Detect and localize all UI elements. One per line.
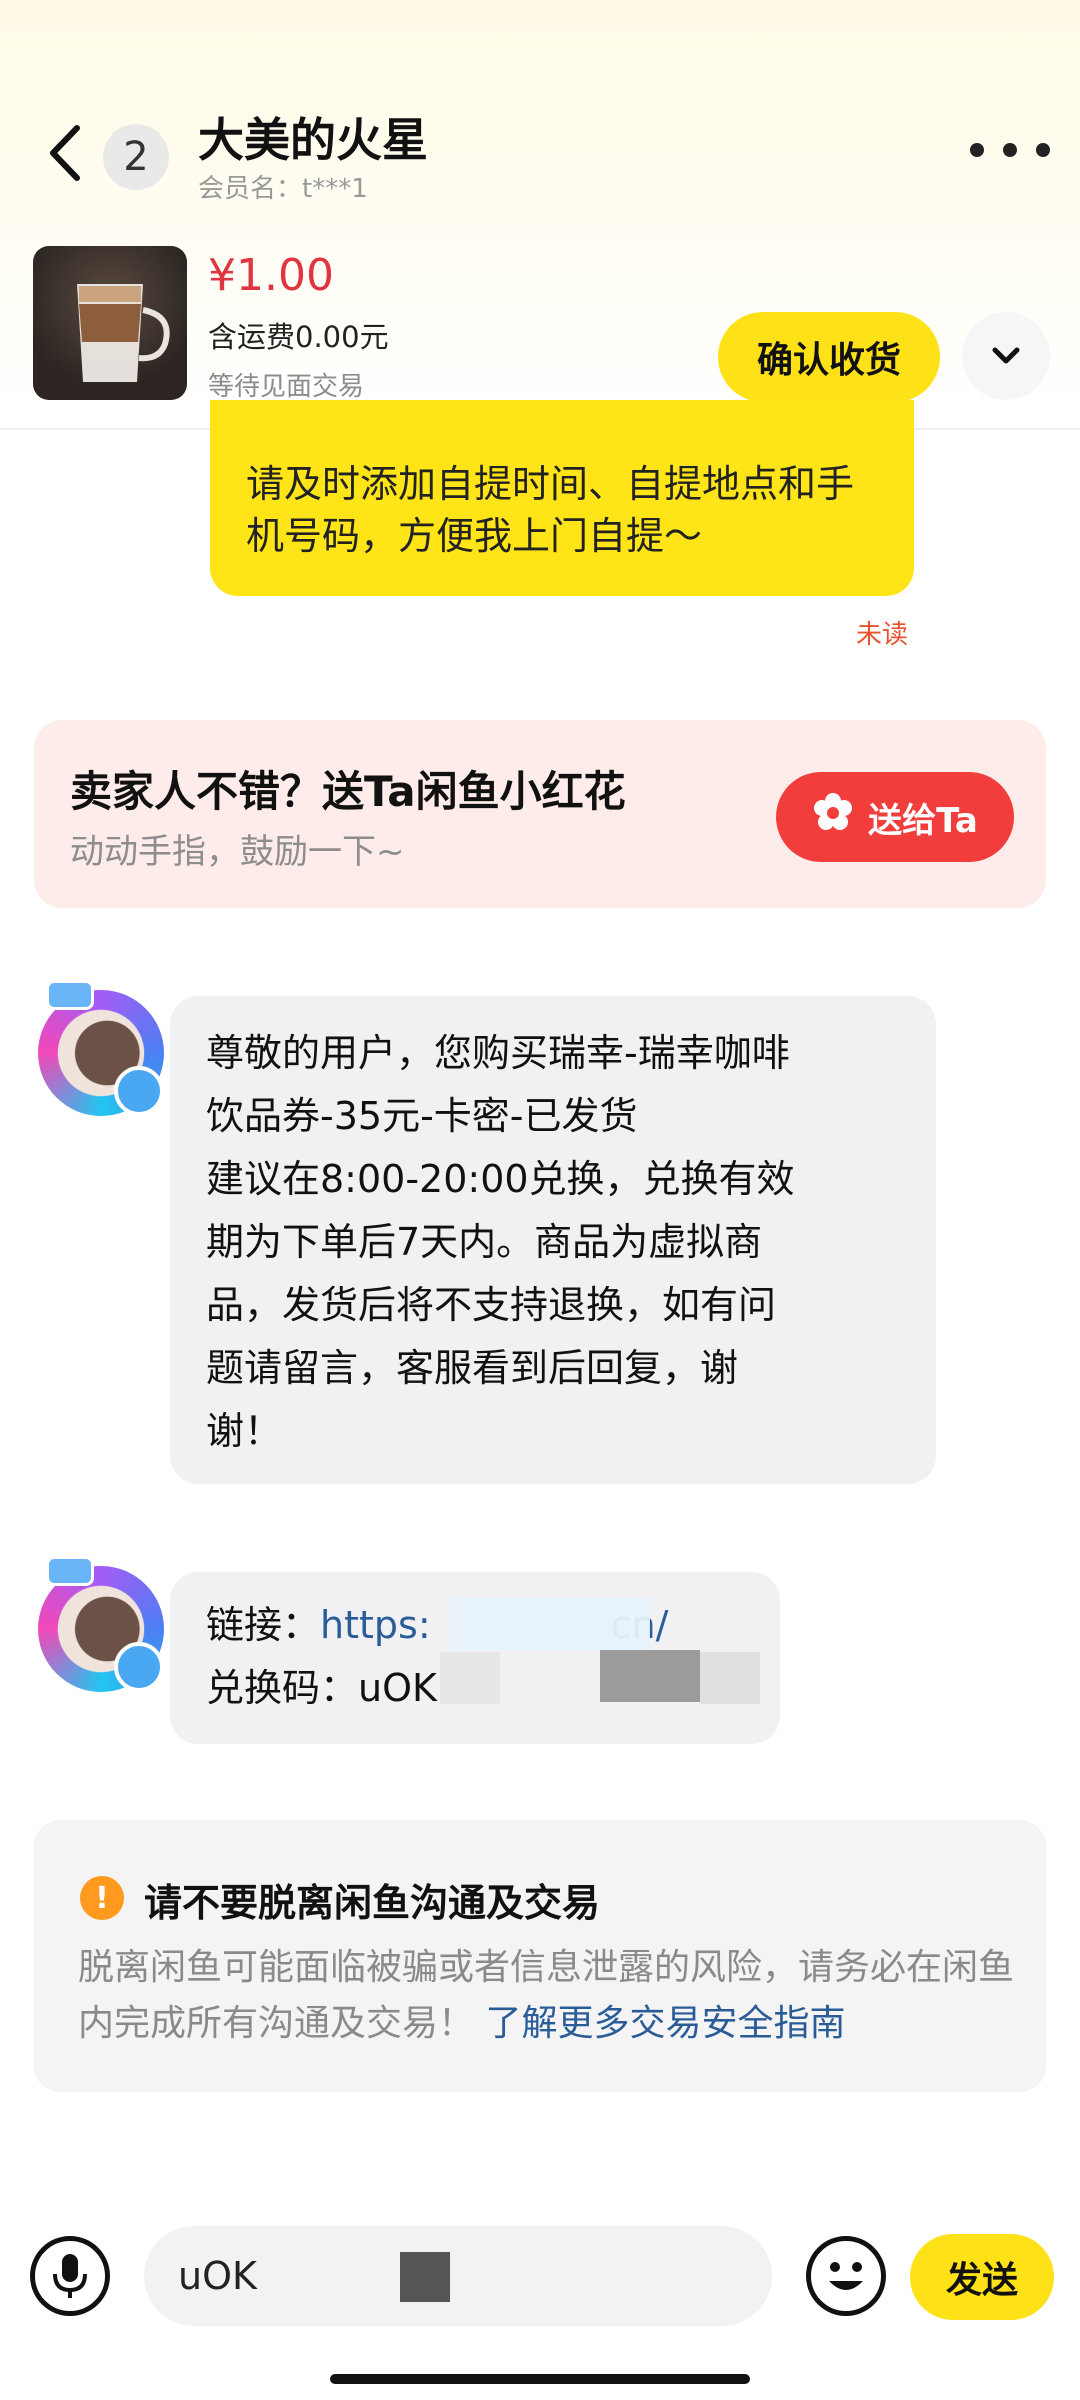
more-horizontal-icon[interactable] [970,130,1050,170]
message-line: 尊敬的用户，您购买瑞幸-瑞幸咖啡 [206,1031,790,1075]
confirm-receipt-button[interactable]: 确认收货 [718,312,940,402]
flower-card-subtitle: 动动手指，鼓励一下~ [70,832,405,872]
read-status: 未读 [856,620,909,650]
send-flower-label: 送给Ta [868,800,978,841]
redaction-mask [600,1650,700,1702]
home-indicator[interactable] [330,2374,750,2384]
unread-count-badge: 2 [103,124,169,190]
redaction-mask [450,1598,650,1650]
safety-guide-link[interactable]: 了解更多交易安全指南 [485,2003,845,2044]
message-line: 题请留言，客服看到后回复，谢 [206,1346,739,1390]
avatar-badge-icon [114,1066,164,1116]
order-status: 等待见面交易 [208,372,365,402]
code-label: 兑换码： [206,1666,359,1710]
send-flower-card: 卖家人不错？送Ta闲鱼小红花 动动手指，鼓励一下~ 送给Ta [34,720,1046,908]
avatar-frame-decoration [46,980,94,1010]
message-line: 饮品券-35元-卡密-已发货 [206,1094,638,1138]
incoming-message-bubble[interactable]: 尊敬的用户，您购买瑞幸-瑞幸咖啡 饮品券-35元-卡密-已发货 建议在8:00-… [170,996,936,1484]
avatar-frame-decoration [46,1556,94,1586]
outgoing-message-bubble[interactable]: 请及时添加自提时间、自提地点和手机号码，方便我上门自提～ [210,400,914,596]
member-name: 会员名：t***1 [198,174,368,204]
redeem-link[interactable]: https: [320,1603,431,1647]
notice-title: 请不要脱离闲鱼沟通及交易 [144,1881,601,1925]
redeem-code[interactable]: uOK [358,1666,437,1710]
link-label: 链接： [206,1603,321,1647]
redaction-mask [700,1652,760,1704]
send-flower-button[interactable]: 送给Ta [776,772,1014,862]
send-button[interactable]: 发送 [910,2234,1054,2320]
avatar-badge-icon [114,1642,164,1692]
chevron-down-icon[interactable] [962,312,1050,400]
notice-body: 脱离闲鱼可能面临被骗或者信息泄露的风险，请务必在闲鱼内完成所有沟通及交易！ 了解… [78,1940,1028,2052]
microphone-icon[interactable] [30,2236,110,2316]
message-line: 谢！ [206,1409,283,1453]
safety-notice: ! 请不要脱离闲鱼沟通及交易 脱离闲鱼可能面临被骗或者信息泄露的风险，请务必在闲… [34,1820,1046,2092]
order-price: ¥1.00 [208,250,334,301]
message-line: 期为下单后7天内。商品为虚拟商 [206,1220,763,1264]
shipping-fee: 含运费0.00元 [208,320,389,354]
message-input-value: uOK [178,2254,257,2298]
chat-title[interactable]: 大美的火星 [198,104,428,170]
message-input[interactable]: uOK [144,2226,772,2326]
emoji-icon[interactable] [806,2236,886,2316]
product-thumbnail[interactable] [33,246,187,400]
warning-icon: ! [80,1876,124,1920]
redaction-mask [440,1652,500,1704]
message-line: 建议在8:00-20:00兑换，兑换有效 [206,1157,795,1201]
message-line: 品，发货后将不支持退换，如有问 [206,1283,777,1327]
chevron-left-icon[interactable] [40,118,90,188]
redaction-mask [400,2252,450,2302]
flower-icon [812,792,854,843]
flower-card-title: 卖家人不错？送Ta闲鱼小红花 [70,767,626,816]
